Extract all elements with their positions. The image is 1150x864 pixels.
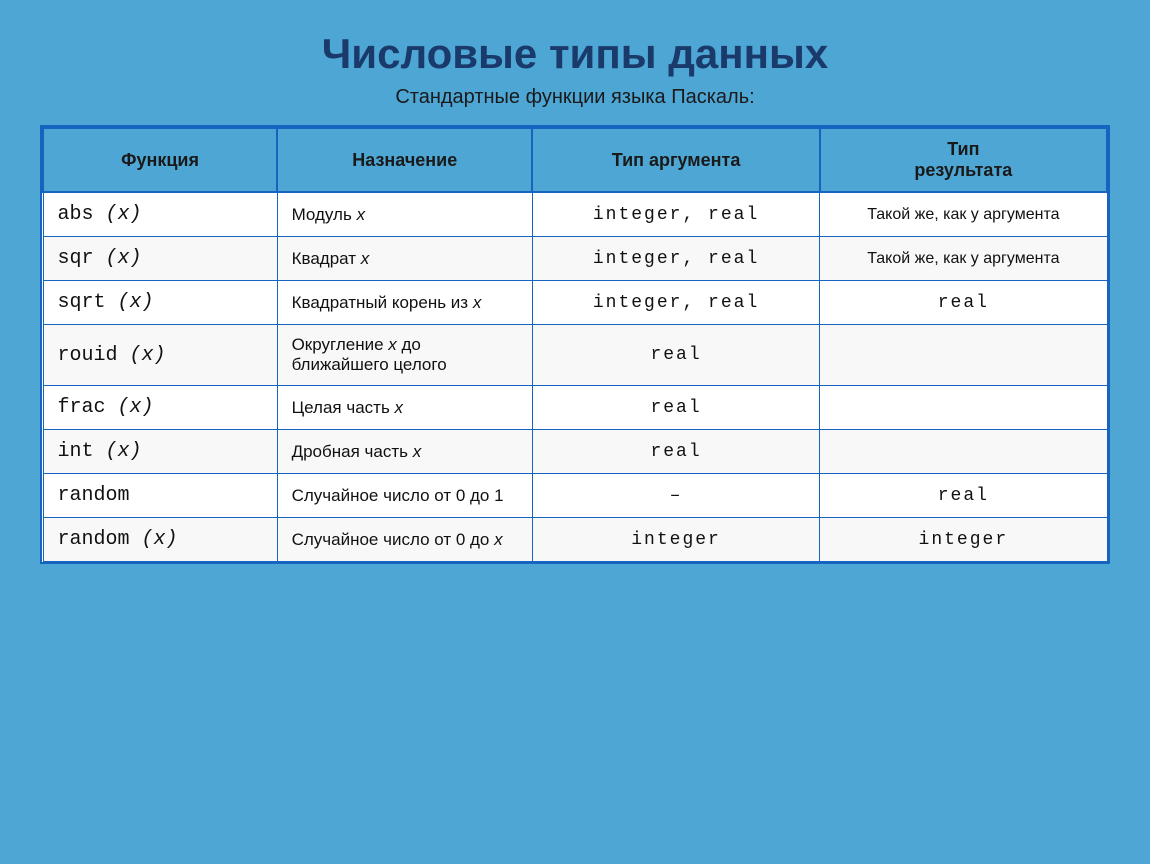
cell-function: abs (x): [43, 192, 277, 237]
cell-result-type: Такой же, как у аргумента: [820, 192, 1107, 237]
function-name: rouid: [58, 344, 118, 367]
main-table-container: Функция Назначение Тип аргумента Типрезу…: [40, 125, 1110, 564]
cell-arg-type: integer: [532, 518, 819, 562]
cell-description: Округление x до ближайшего целого: [277, 325, 532, 386]
function-arg: (x): [94, 203, 142, 226]
function-name: sqrt: [58, 291, 106, 314]
header-function: Функция: [43, 128, 277, 192]
cell-description: Дробная часть x: [277, 430, 532, 474]
cell-result-type: real: [820, 281, 1107, 325]
cell-description: Случайное число от 0 до x: [277, 518, 532, 562]
page-title: Числовые типы данных: [322, 30, 828, 78]
page-subtitle: Стандартные функции языка Паскаль:: [395, 86, 754, 109]
table-row: frac (x)Целая часть xreal: [43, 386, 1107, 430]
cell-description: Случайное число от 0 до 1: [277, 474, 532, 518]
table-row: abs (x)Модуль xinteger, realТакой же, ка…: [43, 192, 1107, 237]
cell-result-type: real: [820, 474, 1107, 518]
cell-function: random: [43, 474, 277, 518]
cell-arg-type: integer, real: [532, 237, 819, 281]
cell-result-type: [820, 325, 1107, 386]
cell-function: int (x): [43, 430, 277, 474]
table-header-row: Функция Назначение Тип аргумента Типрезу…: [43, 128, 1107, 192]
function-arg: (x): [106, 396, 154, 419]
functions-table: Функция Назначение Тип аргумента Типрезу…: [42, 127, 1108, 562]
function-name: abs: [58, 203, 94, 226]
table-row: random (x)Случайное число от 0 до xinteg…: [43, 518, 1107, 562]
function-name: random: [58, 528, 130, 551]
cell-function: random (x): [43, 518, 277, 562]
function-arg: (x): [94, 440, 142, 463]
cell-arg-type: –: [532, 474, 819, 518]
function-arg: (x): [106, 291, 154, 314]
cell-description: Целая часть x: [277, 386, 532, 430]
cell-result-type: integer: [820, 518, 1107, 562]
cell-description: Квадрат x: [277, 237, 532, 281]
cell-function: rouid (x): [43, 325, 277, 386]
cell-description: Квадратный корень из x: [277, 281, 532, 325]
function-name: frac: [58, 396, 106, 419]
cell-arg-type: integer, real: [532, 192, 819, 237]
table-row: sqrt (x)Квадратный корень из xinteger, r…: [43, 281, 1107, 325]
header-description: Назначение: [277, 128, 532, 192]
function-name: sqr: [58, 247, 94, 270]
cell-function: sqr (x): [43, 237, 277, 281]
table-row: int (x)Дробная часть xreal: [43, 430, 1107, 474]
header-arg-type: Тип аргумента: [532, 128, 819, 192]
function-name: int: [58, 440, 94, 463]
function-name: random: [58, 484, 130, 507]
table-row: rouid (x)Округление x до ближайшего цело…: [43, 325, 1107, 386]
cell-description: Модуль x: [277, 192, 532, 237]
function-arg: (x): [130, 528, 178, 551]
cell-arg-type: real: [532, 325, 819, 386]
cell-result-type: [820, 386, 1107, 430]
function-arg: (x): [94, 247, 142, 270]
cell-arg-type: real: [532, 386, 819, 430]
cell-function: sqrt (x): [43, 281, 277, 325]
header-result-type: Типрезультата: [820, 128, 1107, 192]
cell-result-type: [820, 430, 1107, 474]
cell-arg-type: integer, real: [532, 281, 819, 325]
table-row: random Случайное число от 0 до 1–real: [43, 474, 1107, 518]
function-arg: (x): [118, 344, 166, 367]
cell-function: frac (x): [43, 386, 277, 430]
cell-result-type: Такой же, как у аргумента: [820, 237, 1107, 281]
table-row: sqr (x)Квадрат xinteger, realТакой же, к…: [43, 237, 1107, 281]
cell-arg-type: real: [532, 430, 819, 474]
